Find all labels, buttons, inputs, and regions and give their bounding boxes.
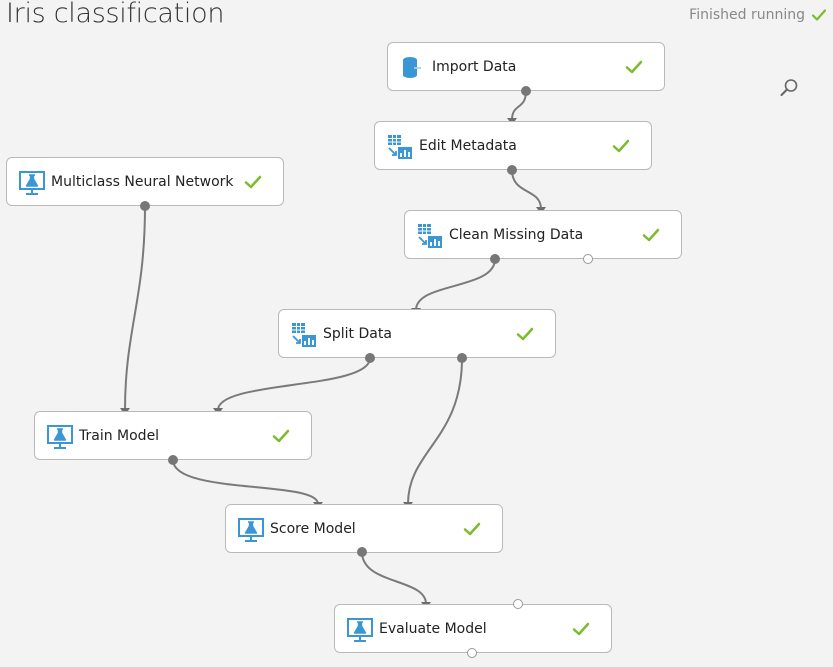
output-port-unused[interactable] <box>583 254 593 264</box>
input-port-unused[interactable] <box>513 599 523 609</box>
output-port[interactable] <box>140 201 150 211</box>
output-port[interactable] <box>365 353 375 363</box>
output-port[interactable] <box>457 353 467 363</box>
output-port[interactable] <box>490 254 500 264</box>
output-port[interactable] <box>357 547 367 557</box>
output-port-unused[interactable] <box>467 648 477 658</box>
ports <box>0 0 833 667</box>
output-port[interactable] <box>168 455 178 465</box>
output-port[interactable] <box>507 165 517 175</box>
output-port[interactable] <box>521 86 531 96</box>
